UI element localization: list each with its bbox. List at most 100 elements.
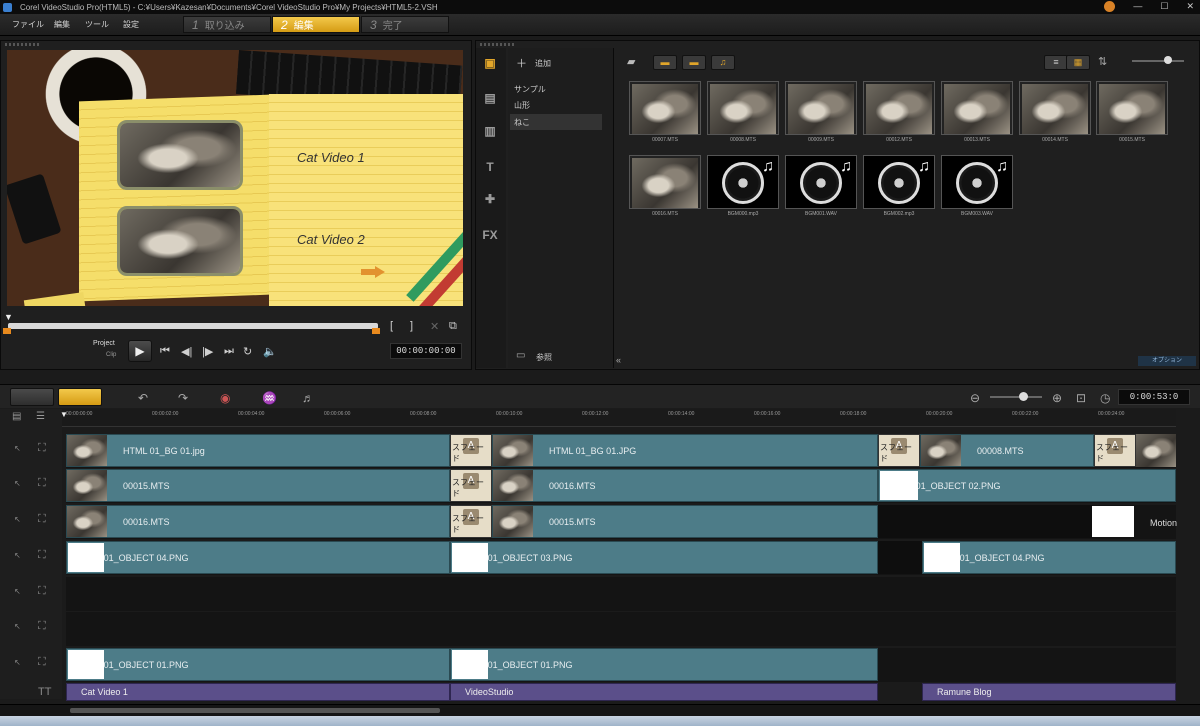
add-icon[interactable]: ＋ xyxy=(516,55,527,71)
thumbnail-size-slider[interactable] xyxy=(1132,60,1184,62)
zoom-out-icon[interactable]: ⊖ xyxy=(970,391,980,405)
undo-icon[interactable]: ↶ xyxy=(138,391,148,405)
timeline-view-button[interactable] xyxy=(58,388,102,406)
options-button[interactable]: オプション xyxy=(1138,356,1196,366)
show-photo-button[interactable]: ▬ xyxy=(682,55,706,70)
zoom-in-icon[interactable]: ⊕ xyxy=(1052,391,1062,405)
step-capture[interactable]: 1 取り込み xyxy=(183,16,271,33)
home-icon[interactable]: ⏮ xyxy=(160,345,170,358)
video-clip[interactable]: HTML 01_OBJECT 01.PNG xyxy=(66,648,450,681)
folder-item-sample[interactable]: サンプル xyxy=(514,84,546,95)
thumbnail-view-button[interactable]: ▦ xyxy=(1066,55,1090,70)
transition-clip[interactable]: A スフェード xyxy=(878,434,920,467)
mode-clip[interactable]: Clip xyxy=(106,352,116,358)
folder-item-neko[interactable]: ねこ xyxy=(514,117,530,128)
chapter-icon[interactable]: ☰ xyxy=(36,411,45,422)
browse-icon[interactable]: ▭ xyxy=(516,350,525,361)
video-clip[interactable]: HTML 01_OBJECT 04.PNG xyxy=(66,541,450,574)
audio-thumbnail[interactable]: ♫ xyxy=(707,155,779,209)
transition-clip[interactable]: A スフェード xyxy=(450,469,492,502)
menu-file[interactable]: ファイル xyxy=(12,19,44,30)
media-icon[interactable]: ▣ xyxy=(480,56,500,72)
overlay-track-icon[interactable]: ⛶ xyxy=(38,549,58,567)
overlay-track-icon[interactable]: ⛶ xyxy=(38,585,58,603)
close-button[interactable]: ✕ xyxy=(1186,1,1194,12)
timecode-display[interactable]: 00:00:00:00 xyxy=(390,343,462,359)
menu-edit[interactable]: 編集 xyxy=(54,19,70,30)
video-track-icon[interactable]: ⛶ xyxy=(38,442,58,460)
timeline-ruler[interactable]: 00:00:00:00 00:00:02:00 00:00:04:00 00:00:0… xyxy=(62,409,1176,427)
video-clip[interactable]: HTML 01_OBJECT 03.PNG xyxy=(450,541,878,574)
video-clip[interactable]: 00015.MTS xyxy=(66,469,450,502)
video-clip[interactable]: HTML 01_BG 01.JPG xyxy=(492,434,878,467)
transition-clip[interactable]: A スフェード xyxy=(450,434,492,467)
filter-icon[interactable]: FX xyxy=(480,228,500,244)
overlay-track-icon[interactable]: ⛶ xyxy=(38,477,58,495)
track-visibility-icon[interactable]: ↖ xyxy=(14,444,34,462)
maximize-button[interactable]: ☐ xyxy=(1160,1,1168,12)
record-capture-icon[interactable]: ◉ xyxy=(220,391,230,405)
volume-icon[interactable]: 🔈 xyxy=(263,345,277,358)
video-thumbnail[interactable] xyxy=(863,81,935,135)
panel-grip[interactable] xyxy=(5,43,41,46)
instant-project-icon[interactable]: ▤ xyxy=(480,91,500,107)
video-clip[interactable]: HTML 01_BG 01.jpg xyxy=(66,434,450,467)
track-visibility-icon[interactable]: ↖ xyxy=(14,551,34,569)
video-clip[interactable]: HTML 01_OBJECT 02.PNG xyxy=(878,469,1176,502)
play-button[interactable]: ▶ xyxy=(128,340,152,362)
title-clip[interactable]: VideoStudio xyxy=(450,683,878,701)
video-clip[interactable]: HTML 01_OBJECT 04.PNG xyxy=(922,541,1176,574)
transition-icon[interactable]: ▥ xyxy=(480,124,500,140)
sort-icon[interactable]: ⇅ xyxy=(1098,55,1107,68)
mark-out-button[interactable]: ] xyxy=(410,320,413,332)
redo-icon[interactable]: ↷ xyxy=(178,391,188,405)
track-visibility-icon[interactable]: ↖ xyxy=(14,479,34,497)
transition-clip[interactable]: A スフェード xyxy=(450,505,492,538)
collapse-icon[interactable]: « xyxy=(616,355,621,365)
enlarge-icon[interactable]: ⧉ xyxy=(449,320,457,333)
video-thumbnail[interactable] xyxy=(941,81,1013,135)
prev-frame-icon[interactable]: ◀| xyxy=(181,345,192,358)
list-view-button[interactable]: ≡ xyxy=(1044,55,1068,70)
track-visibility-icon[interactable]: ↖ xyxy=(14,658,34,676)
show-video-button[interactable]: ▬ xyxy=(653,55,677,70)
fit-project-icon[interactable]: ⊡ xyxy=(1076,391,1086,405)
title-clip[interactable]: Ramune Blog xyxy=(922,683,1176,701)
menu-tools[interactable]: ツール xyxy=(85,19,109,30)
add-folder-button[interactable]: 追加 xyxy=(535,58,551,69)
transition-clip[interactable]: A スフェード xyxy=(1094,434,1136,467)
slider-knob[interactable] xyxy=(1164,56,1172,64)
help-icon[interactable] xyxy=(1104,1,1116,12)
storyboard-view-button[interactable] xyxy=(10,388,54,406)
auto-music-icon[interactable]: ♬ xyxy=(302,391,314,405)
minimize-button[interactable]: — xyxy=(1133,1,1142,12)
audio-thumbnail[interactable]: ♫ xyxy=(941,155,1013,209)
video-clip[interactable]: 00016.MTS xyxy=(66,505,450,538)
video-clip[interactable]: HTML 01_OBJECT 01.PNG xyxy=(450,648,878,681)
mark-in-button[interactable]: [ xyxy=(390,320,393,332)
video-thumbnail[interactable] xyxy=(629,81,701,135)
playhead-marker[interactable]: ▼ xyxy=(60,410,68,419)
audio-thumbnail[interactable]: ♫ xyxy=(785,155,857,209)
track-manager-icon[interactable]: ▤ xyxy=(12,411,21,422)
repeat-icon[interactable]: ↻ xyxy=(243,345,252,358)
title-icon[interactable]: T xyxy=(480,160,500,176)
zoom-slider-knob[interactable] xyxy=(1019,392,1028,401)
trim-start-marker[interactable]: ▼ xyxy=(4,312,14,322)
next-frame-icon[interactable]: |▶ xyxy=(202,345,213,358)
track-visibility-icon[interactable]: ↖ xyxy=(14,515,34,533)
scrubber-bar[interactable] xyxy=(8,323,378,329)
video-thumbnail[interactable] xyxy=(707,81,779,135)
scroll-thumb[interactable] xyxy=(70,708,440,713)
overlay-track-icon[interactable]: ⛶ xyxy=(38,656,58,674)
track-visibility-icon[interactable]: ↖ xyxy=(14,622,34,640)
step-edit[interactable]: 2 編集 xyxy=(272,16,360,33)
end-icon[interactable]: ⏭ xyxy=(224,345,234,358)
video-clip[interactable]: 00015.MTS xyxy=(492,505,878,538)
zoom-slider[interactable] xyxy=(990,396,1042,398)
mark-in-handle[interactable] xyxy=(3,328,11,334)
title-clip[interactable]: Cat Video 1 xyxy=(66,683,450,701)
browse-button[interactable]: 参照 xyxy=(536,352,552,363)
show-audio-button[interactable]: ♫ xyxy=(711,55,735,70)
panel-grip[interactable] xyxy=(480,43,516,46)
